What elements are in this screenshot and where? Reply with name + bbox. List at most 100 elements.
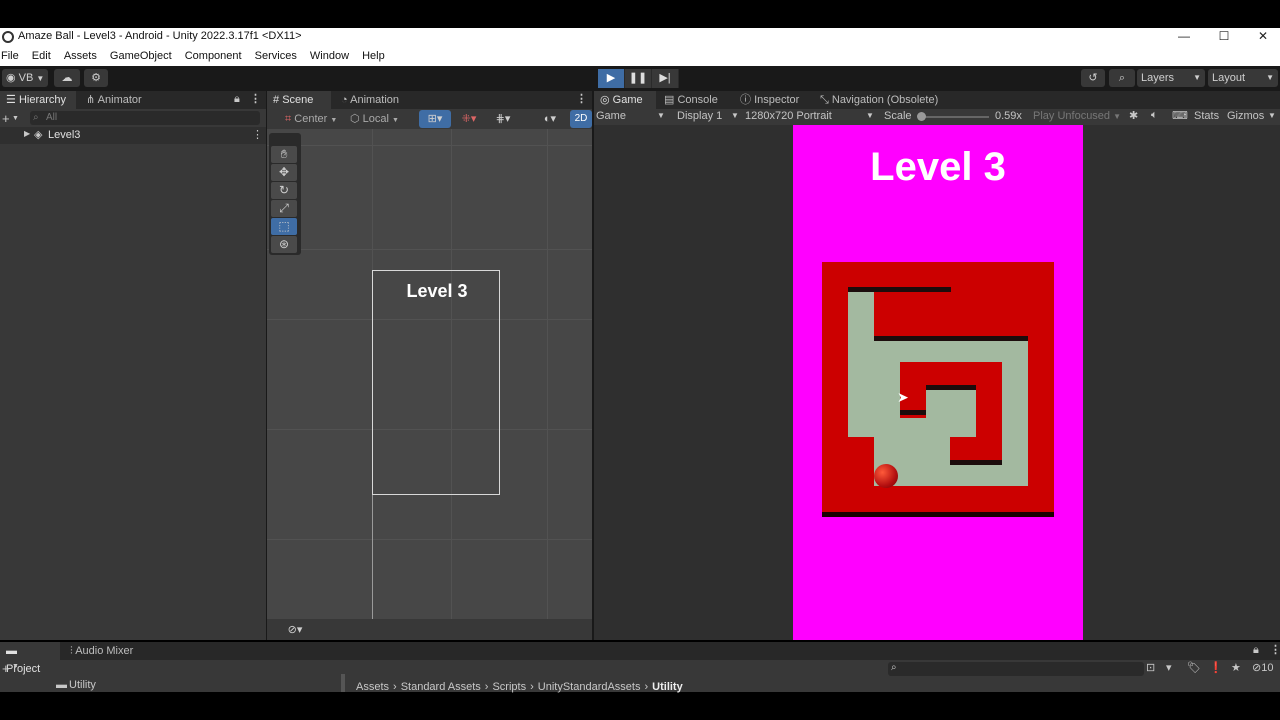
breadcrumb-item[interactable]: Assets	[356, 681, 389, 693]
stats-button[interactable]: Stats	[1194, 110, 1219, 122]
2d-toggle[interactable]: 2D	[570, 110, 592, 128]
chevron-down-icon: ▼	[1266, 73, 1274, 82]
more-options-icon[interactable]: ⋮	[1270, 643, 1280, 656]
tab-console[interactable]: ▤ Console	[658, 91, 724, 109]
label-icon[interactable]: 🏷︎	[1187, 661, 1201, 674]
search-button[interactable]: ⌕	[1109, 69, 1135, 87]
move-tool-button[interactable]: ✥	[271, 164, 297, 181]
tab-scene-label: Scene	[282, 94, 314, 106]
pause-button[interactable]: ❚❚	[625, 69, 652, 88]
rotate-tool-button[interactable]: ↻	[271, 182, 297, 199]
layout-dropdown[interactable]: Layout ▼	[1208, 69, 1278, 87]
search-icon: ⌕	[1118, 72, 1126, 84]
bug-icon[interactable]: ✱	[1129, 109, 1138, 122]
search-by-type-icon[interactable]: ⊡	[1146, 661, 1155, 674]
menu-window[interactable]: Window	[305, 46, 354, 66]
menu-edit[interactable]: Edit	[27, 46, 56, 66]
orientation-dropdown[interactable]: ⊘▾	[279, 621, 311, 639]
tab-project[interactable]: ▬ Project	[0, 642, 60, 675]
chevron-down-icon[interactable]: ▼	[866, 111, 874, 120]
tool-palette: ✋︎ ✥ ↻ ⤢ ⬚ ⊛	[269, 133, 301, 255]
menu-help[interactable]: Help	[357, 46, 390, 66]
hierarchy-search-input[interactable]: ⌕ All	[30, 111, 260, 125]
grid-visibility-toggle[interactable]: ⋕▾	[487, 110, 519, 128]
display-dropdown[interactable]: Display 1	[677, 110, 722, 122]
play-icon: ▶	[606, 72, 616, 84]
folder-label: Utility	[69, 679, 96, 691]
chevron-down-icon[interactable]: ▼	[657, 111, 665, 120]
pivot-dropdown[interactable]: ⌗ Center ▼	[281, 110, 343, 128]
lock-icon[interactable]: 🔒︎	[1253, 644, 1259, 657]
menu-file[interactable]: File	[0, 46, 24, 66]
close-icon[interactable]: ✕	[1243, 28, 1280, 46]
scene-viewport[interactable]: Level 3	[267, 129, 592, 619]
game-viewport[interactable]: Level 3 ➤	[594, 125, 1280, 640]
player-ball[interactable]	[874, 464, 898, 488]
snap-increment-toggle[interactable]: ⁜▾	[453, 110, 485, 128]
menu-component[interactable]: Component	[180, 46, 247, 66]
account-button[interactable]: ◉ VB ▼	[2, 69, 48, 87]
menu-gameobject[interactable]: GameObject	[105, 46, 177, 66]
chevron-down-icon[interactable]: ▼	[12, 663, 19, 670]
canvas-bounds[interactable]: Level 3	[372, 270, 500, 495]
game-screen[interactable]: Level 3	[793, 125, 1083, 640]
space-dropdown[interactable]: ⬡ Local ▼	[347, 110, 403, 128]
step-button[interactable]: ▶|	[652, 69, 679, 88]
services-button[interactable]: ⚙	[84, 69, 108, 87]
hierarchy-item-level3[interactable]: ▶ ◈ Level3 ⋮	[0, 127, 266, 144]
chevron-down-icon[interactable]: ▼	[1268, 111, 1276, 120]
tab-scene[interactable]: # Scene	[267, 91, 331, 109]
menu-services[interactable]: Services	[250, 46, 302, 66]
tab-inspector[interactable]: ⓘ Inspector	[734, 91, 805, 109]
tab-hierarchy[interactable]: ☰ Hierarchy	[0, 91, 76, 109]
breadcrumb-item[interactable]: Standard Assets	[401, 681, 481, 693]
breadcrumb-item[interactable]: Scripts	[492, 681, 526, 693]
scale-slider-handle[interactable]	[917, 112, 926, 121]
chevron-down-icon: ▼	[392, 117, 399, 124]
transform-tool-button[interactable]: ⊛	[271, 236, 297, 253]
chevron-down-icon[interactable]: ▼	[731, 111, 739, 120]
scale-slider[interactable]	[917, 112, 989, 121]
breadcrumb-separator-icon: ›	[644, 681, 649, 693]
gizmos-button[interactable]: Gizmos	[1227, 110, 1264, 122]
view-mode-dropdown[interactable]: Game	[596, 110, 626, 122]
more-options-icon[interactable]: ⋮	[576, 92, 587, 105]
menu-assets[interactable]: Assets	[59, 46, 102, 66]
lock-icon[interactable]: 🔒︎	[234, 93, 240, 106]
filter-icon[interactable]: ▾	[1166, 661, 1172, 674]
more-options-icon[interactable]: ⋮	[252, 128, 263, 141]
draw-mode-dropdown[interactable]: ◐▾	[535, 110, 565, 128]
add-icon[interactable]: +	[2, 661, 10, 676]
scale-tool-button[interactable]: ⤢	[271, 200, 297, 217]
expand-arrow-icon[interactable]: ▶	[24, 129, 30, 138]
audio-icon[interactable]: 🔈︎	[1151, 109, 1158, 122]
more-options-icon[interactable]: ⋮	[250, 92, 261, 105]
tree-splitter[interactable]	[341, 674, 345, 692]
history-button[interactable]: ↺	[1081, 69, 1105, 87]
rect-tool-button[interactable]: ⬚	[271, 218, 297, 235]
visibility-icon[interactable]: ⊘10	[1252, 661, 1273, 674]
play-button[interactable]: ▶	[598, 69, 625, 88]
layers-dropdown[interactable]: Layers ▼	[1137, 69, 1205, 87]
tab-animator[interactable]: ⋔ Animator	[80, 91, 148, 109]
grid-snap-toggle[interactable]: ⊞▾	[419, 110, 451, 128]
keyboard-icon[interactable]: ⌨	[1172, 109, 1188, 122]
breadcrumb-item[interactable]: UnityStandardAssets	[538, 681, 641, 693]
maximize-icon[interactable]: ☐	[1204, 28, 1244, 46]
minimize-icon[interactable]: —	[1164, 28, 1204, 46]
cloud-button[interactable]: ☁	[54, 69, 80, 87]
play-mode-dropdown[interactable]: Play Unfocused ▼	[1033, 110, 1121, 122]
tab-game[interactable]: ◎ Game	[594, 91, 656, 109]
resolution-dropdown[interactable]: 1280x720 Portrait	[745, 110, 832, 122]
favorite-icon[interactable]: ★	[1231, 661, 1241, 674]
project-search-input[interactable]: ⌕	[888, 662, 1144, 676]
tab-animation[interactable]: ◔ Animation	[335, 91, 405, 109]
folder-tree-item-utility[interactable]: ▬ Utility	[0, 678, 340, 692]
chevron-down-icon[interactable]: ▼	[12, 115, 19, 122]
warning-icon[interactable]: ❗	[1209, 661, 1223, 674]
tab-audio-mixer[interactable]: ⫶ Audio Mixer	[64, 642, 139, 660]
tab-navigation[interactable]: ⤡ Navigation (Obsolete)	[814, 91, 944, 109]
add-icon[interactable]: +	[2, 111, 10, 126]
breadcrumb-current[interactable]: Utility	[652, 681, 683, 693]
hand-tool-button[interactable]: ✋︎	[271, 146, 297, 163]
